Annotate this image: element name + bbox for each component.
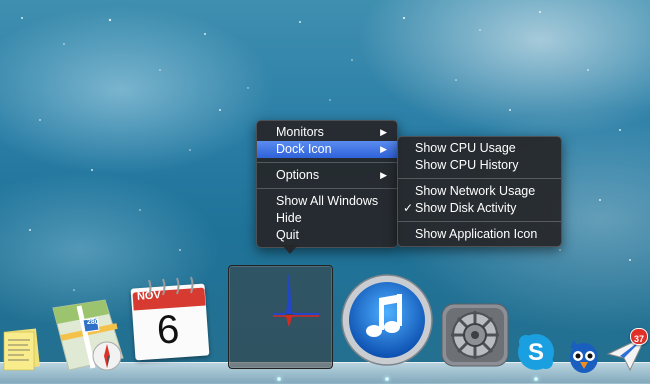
- submenu-arrow-icon: ▶: [380, 127, 387, 137]
- calendar-rings: [148, 276, 194, 297]
- skype-icon[interactable]: S: [516, 332, 556, 372]
- menu-separator: [398, 221, 561, 222]
- itunes-icon[interactable]: [339, 272, 435, 368]
- menu-separator: [257, 162, 397, 163]
- submenu-arrow-icon: ▶: [380, 144, 387, 154]
- mail-sender-icon[interactable]: 37: [606, 328, 648, 372]
- menu-item-label: Show Disk Activity: [415, 201, 517, 215]
- menu-item-label: Monitors: [276, 125, 324, 139]
- menu-separator: [398, 178, 561, 179]
- notification-badge: 37: [630, 328, 648, 345]
- running-indicator: [385, 377, 389, 381]
- submenu-arrow-icon: ▶: [380, 170, 387, 180]
- menu-item-label: Show Application Icon: [415, 227, 538, 241]
- disk-activity-graph-icon: [273, 273, 319, 327]
- menu-separator: [257, 188, 397, 189]
- menu-item-show-application-icon[interactable]: Show Application Icon: [398, 226, 561, 243]
- menu-item-label: Hide: [276, 211, 302, 225]
- tweetbot-icon[interactable]: [566, 336, 602, 374]
- calendar-icon[interactable]: NOV 6: [127, 276, 210, 361]
- svg-text:S: S: [528, 339, 544, 366]
- system-preferences-icon[interactable]: [440, 302, 510, 368]
- maps-icon[interactable]: 280: [47, 298, 127, 376]
- menu-item-show-all-windows[interactable]: Show All Windows: [257, 193, 397, 210]
- menu-item-monitors[interactable]: Monitors ▶: [257, 124, 397, 141]
- activity-monitor-icon[interactable]: [228, 265, 333, 369]
- dock-icon-submenu: Show CPU Usage Show CPU History Show Net…: [397, 136, 562, 247]
- dock-context-menu: Monitors ▶ Dock Icon ▶ Options ▶ Show Al…: [256, 120, 398, 248]
- menu-item-label: Show CPU History: [415, 158, 519, 172]
- menu-pointer: [282, 245, 298, 254]
- calendar-day: 6: [155, 307, 181, 353]
- menu-item-dock-icon[interactable]: Dock Icon ▶: [257, 141, 397, 158]
- checkmark-icon: ✓: [403, 201, 414, 215]
- maps-shield-label: 280: [87, 319, 99, 326]
- menu-item-label: Dock Icon: [276, 142, 332, 156]
- menu-item-label: Show CPU Usage: [415, 141, 516, 155]
- menu-item-label: Show All Windows: [276, 194, 379, 208]
- badge-count: 37: [633, 334, 644, 344]
- running-indicator: [534, 377, 538, 381]
- menu-item-label: Show Network Usage: [415, 184, 536, 198]
- menu-item-quit[interactable]: Quit: [257, 227, 397, 244]
- menu-item-label: Options: [276, 168, 320, 182]
- menu-item-show-cpu-history[interactable]: Show CPU History: [398, 157, 561, 174]
- menu-item-show-network-usage[interactable]: Show Network Usage: [398, 183, 561, 200]
- menu-item-hide[interactable]: Hide: [257, 210, 397, 227]
- menu-item-label: Quit: [276, 228, 299, 242]
- running-indicator: [277, 377, 281, 381]
- menu-item-show-cpu-usage[interactable]: Show CPU Usage: [398, 140, 561, 157]
- stickies-icon[interactable]: [2, 326, 42, 372]
- menu-item-show-disk-activity[interactable]: ✓ Show Disk Activity: [398, 200, 561, 217]
- menu-item-options[interactable]: Options ▶: [257, 167, 397, 184]
